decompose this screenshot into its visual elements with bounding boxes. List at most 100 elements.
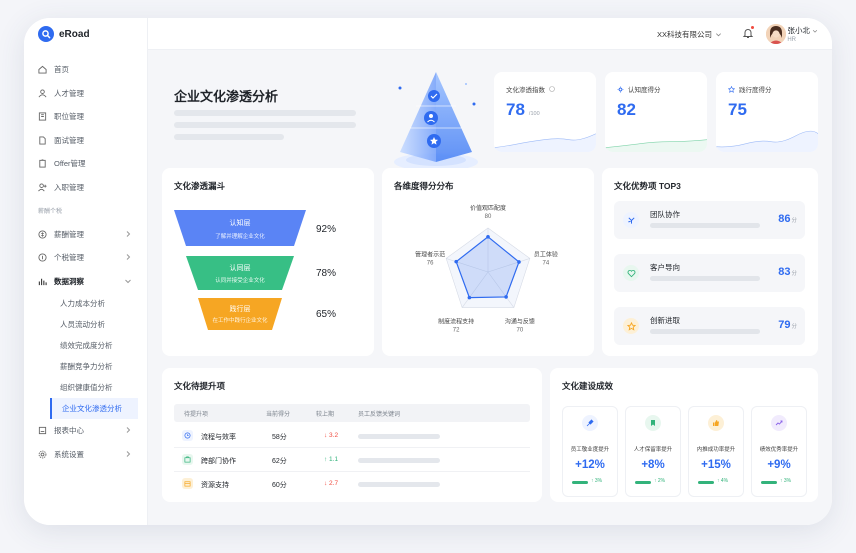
achieve-item[interactable]: 内推成功率提升 +15% ↑ 4% [688, 406, 744, 497]
star-icon [623, 318, 639, 334]
column-header: 较上期 [316, 412, 335, 418]
top3-name: 客户导向 [650, 263, 680, 272]
top3-item[interactable]: 客户导向 83分 [614, 254, 805, 292]
achieve-item[interactable]: 人才保留率提升 +8% ↑ 2% [625, 406, 681, 497]
table-row[interactable]: 流程与效率 58分 ↓ 3.2 [174, 424, 530, 448]
radar-dim-value: 76 [427, 260, 434, 266]
sidebar-subitem[interactable]: 薪酬竞争力分析 [24, 356, 148, 377]
sidebar-subitem[interactable]: 人员流动分析 [24, 314, 148, 335]
radar-dim-label: 价值观匹配度 [470, 204, 506, 212]
sidebar-subitem-active[interactable]: 企业文化渗透分析 [50, 398, 138, 419]
funnel-pct: 92% [316, 224, 337, 235]
company-selector[interactable]: XX科技有限公司 [657, 29, 722, 40]
chart-icon [38, 277, 47, 286]
company-name: XX科技有限公司 [656, 30, 712, 39]
top3-score: 86 [778, 213, 791, 225]
achieve-name: 绩效优秀率提升 [759, 447, 799, 453]
sidebar-item-home[interactable]: 首页 [24, 58, 148, 82]
sidebar-item-reports[interactable]: 报表中心 [24, 419, 148, 443]
sidebar-group-label: 薪酬个税 [38, 209, 63, 216]
funnel-stage-desc: 在工作中践行企业文化 [212, 318, 268, 324]
settings-icon [38, 450, 47, 459]
user-add-icon [38, 183, 47, 192]
funnel-stage-desc: 了解并理解企业文化 [215, 234, 265, 240]
sidebar-item-label: 人才管理 [54, 88, 84, 98]
sidebar-item-tax[interactable]: 个税管理 [24, 246, 148, 270]
skeleton-line [174, 110, 356, 116]
stat-label: 认知度得分 [628, 87, 661, 94]
sidebar-subitem[interactable]: 组织健康值分析 [24, 377, 148, 398]
topbar: XX科技有限公司 张小北 HR [148, 18, 832, 50]
card-title: 文化待提升项 [174, 381, 226, 391]
user-role: HR [787, 37, 796, 43]
report-icon [38, 426, 47, 435]
sidebar-item-label: 系统设置 [54, 449, 84, 459]
sidebar-item-offer[interactable]: Offer管理 [24, 152, 148, 176]
achieve-trend: ↑ 3% [591, 478, 603, 484]
top3-item[interactable]: 团队协作 86分 [614, 201, 805, 239]
radar-dim-value: 70 [517, 328, 524, 334]
sidebar-item-label: Offer管理 [54, 159, 86, 169]
sidebar-item-label: 职位管理 [54, 112, 84, 122]
sidebar-item-talent[interactable]: 人才管理 [24, 82, 148, 106]
avatar[interactable] [766, 24, 786, 44]
trend-bar [761, 481, 777, 484]
sidebar-subitem[interactable]: 绩效完成度分析 [24, 335, 148, 356]
logo[interactable]: eRoad [38, 26, 90, 42]
heart-icon [623, 265, 639, 281]
achieve-value: +15% [701, 459, 731, 471]
sidebar-item-label: 报表中心 [54, 426, 84, 436]
achieve-item[interactable]: 绩效优秀率提升 +9% ↑ 3% [751, 406, 807, 497]
funnel-pct: 65% [316, 309, 337, 320]
box-icon [182, 478, 193, 489]
sun-icon [617, 85, 624, 93]
funnel-stage-name: 践行层 [229, 306, 251, 313]
chevron-down-icon [716, 33, 721, 37]
chevron-right-icon [126, 254, 131, 260]
sidebar-item-insights[interactable]: 数据洞察 [24, 270, 148, 294]
radar-point [517, 260, 521, 264]
chevron-down-icon [812, 29, 818, 33]
sidebar-item-jobs[interactable]: 职位管理 [24, 105, 148, 129]
sidebar-item-interview[interactable]: 面试管理 [24, 129, 148, 153]
achieve-item[interactable]: 员工敬业度提升 +12% ↑ 3% [562, 406, 618, 497]
radar-chart: 价值观匹配度 80 员工体验 74 沟通与反馈 70 制度流程支持 72 管理者示范 76 [415, 204, 558, 334]
user-menu[interactable]: 张小北 [788, 25, 819, 36]
skeleton-line [174, 134, 284, 140]
table-row[interactable]: 资源支持 60分 ↓ 2.7 [174, 472, 530, 496]
info-icon[interactable] [549, 86, 555, 92]
sidebar-item-salary[interactable]: 薪酬管理 [24, 223, 148, 247]
star-icon [728, 85, 735, 93]
achieve-name: 人才保留率提升 [633, 447, 673, 453]
app-window: eRoad 首页 人才管理 职位管理 面试管理 Offer管理 入职管理 薪酬个… [24, 18, 832, 525]
sidebar-item-onboard[interactable]: 入职管理 [24, 176, 148, 200]
skeleton-line [174, 122, 356, 128]
card-title: 文化优势项 TOP3 [614, 181, 681, 191]
top3-name: 创新进取 [650, 316, 680, 325]
chevron-right-icon [126, 450, 131, 457]
sparkline [605, 139, 707, 152]
sidebar-subitem[interactable]: 人力成本分析 [24, 293, 148, 314]
funnel-stage-3 [198, 298, 282, 330]
sidebar-item-settings[interactable]: 系统设置 [24, 443, 148, 467]
trend-bar [572, 481, 588, 484]
thumb-icon [708, 415, 724, 431]
people-icon [38, 89, 47, 98]
top3-item[interactable]: 创新进取 79分 [614, 307, 805, 345]
main-content: 企业文化渗透分析 文化渗透指数 78/100 认知度得分 82 践行度得分 75… [148, 50, 832, 525]
radar-point [504, 295, 508, 299]
skeleton-line [358, 458, 440, 463]
row-change: ↓ 3.2 [324, 432, 339, 439]
table-row[interactable]: 跨部门协作 62分 ↑ 1.1 [174, 448, 530, 472]
trend-icon [771, 415, 787, 431]
radar-card: 各维度得分分布 价值观匹配度 80 员工体验 74 沟通与反馈 70 制度流程支持 72 管理者… [382, 168, 594, 356]
sparkline [494, 133, 596, 152]
money-icon [38, 230, 47, 239]
achieve-card: 文化建设成效 员工敬业度提升 +12% ↑ 3% 人才保留率提升 +8% ↑ 2… [550, 368, 818, 502]
row-name: 资源支持 [201, 482, 229, 489]
row-name: 流程与效率 [201, 434, 236, 441]
pyramid-illustration [394, 72, 478, 171]
funnel-stage-name: 认同层 [229, 265, 251, 272]
trend-bar [635, 481, 651, 484]
achieve-trend: ↑ 2% [654, 478, 666, 484]
